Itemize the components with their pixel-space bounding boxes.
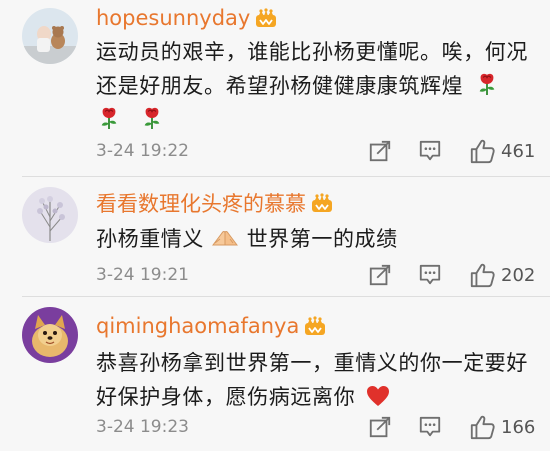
comment-icon: [418, 263, 442, 287]
timestamp: 3-24 19:21: [96, 265, 189, 285]
red-heart-emoji-icon: [367, 386, 390, 406]
like-button[interactable]: 202: [469, 261, 535, 289]
comment-meta: 3-24 19:21 202: [96, 261, 535, 289]
avatar[interactable]: [22, 8, 78, 64]
comment-meta: 3-24 19:22 461: [96, 137, 535, 165]
timestamp: 3-24 19:22: [96, 141, 189, 161]
comment-item: 看看数理化头疼的慕慕 孙杨重情义 世界第一的成绩 3-24 19:21 202: [0, 177, 550, 296]
share-icon: [368, 263, 392, 287]
like-count: 166: [501, 416, 536, 438]
share-button[interactable]: [368, 413, 392, 441]
like-button[interactable]: 166: [469, 413, 535, 441]
like-button[interactable]: 461: [469, 137, 535, 165]
username-row: qiminghaomafanya: [96, 312, 326, 340]
username-row: 看看数理化头疼的慕慕: [96, 189, 333, 217]
comment-icon: [418, 139, 442, 163]
thumb-up-icon: [469, 262, 495, 288]
comment-text-body: 恭喜孙杨拿到世界第一，重情义的你一定要好好保护身体，愿伤病远离你: [96, 351, 528, 409]
username[interactable]: qiminghaomafanya: [96, 314, 299, 338]
share-button[interactable]: [368, 137, 392, 165]
reply-button[interactable]: [418, 137, 442, 165]
comment-icon: [418, 415, 442, 439]
comment-text: 运动员的艰辛，谁能比孙杨更懂呢。唉，何况还是好朋友。希望孙杨健健康康筑辉煌: [96, 35, 528, 137]
share-icon: [368, 415, 392, 439]
crown-badge-icon: [304, 316, 326, 336]
rose-emoji-icon: [476, 72, 498, 96]
username-row: hopesunnyday: [96, 4, 277, 32]
comment-item: qiminghaomafanya 恭喜孙杨拿到世界第一，重情义的你一定要好好保护…: [0, 297, 550, 451]
crown-badge-icon: [311, 193, 333, 213]
rose-emoji-icon: [98, 106, 120, 130]
thumb-up-icon: [469, 414, 495, 440]
username[interactable]: hopesunnyday: [96, 6, 250, 30]
username[interactable]: 看看数理化头疼的慕慕: [96, 188, 306, 218]
reply-button[interactable]: [418, 413, 442, 441]
like-count: 202: [501, 264, 536, 286]
share-button[interactable]: [368, 261, 392, 289]
crown-badge-icon: [255, 8, 277, 28]
avatar[interactable]: [22, 187, 78, 243]
thumb-up-icon: [469, 138, 495, 164]
avatar[interactable]: [22, 307, 78, 363]
reply-button[interactable]: [418, 261, 442, 289]
comment-item: hopesunnyday 运动员的艰辛，谁能比孙杨更懂呢。唉，何况还是好朋友。希…: [0, 0, 550, 176]
comment-text-part: 世界第一的成绩: [246, 227, 398, 251]
comment-meta: 3-24 19:23 166: [96, 413, 535, 441]
share-icon: [368, 139, 392, 163]
praying-hands-emoji-icon: [212, 231, 239, 246]
comment-text: 恭喜孙杨拿到世界第一，重情义的你一定要好好保护身体，愿伤病远离你: [96, 346, 528, 414]
timestamp: 3-24 19:23: [96, 417, 189, 437]
comment-text-part: 孙杨重情义: [96, 227, 204, 251]
comment-text-body: 运动员的艰辛，谁能比孙杨更懂呢。唉，何况还是好朋友。希望孙杨健健康康筑辉煌: [96, 40, 528, 98]
comment-text: 孙杨重情义 世界第一的成绩: [96, 222, 528, 256]
like-count: 461: [501, 140, 536, 162]
rose-emoji-icon: [141, 106, 163, 130]
